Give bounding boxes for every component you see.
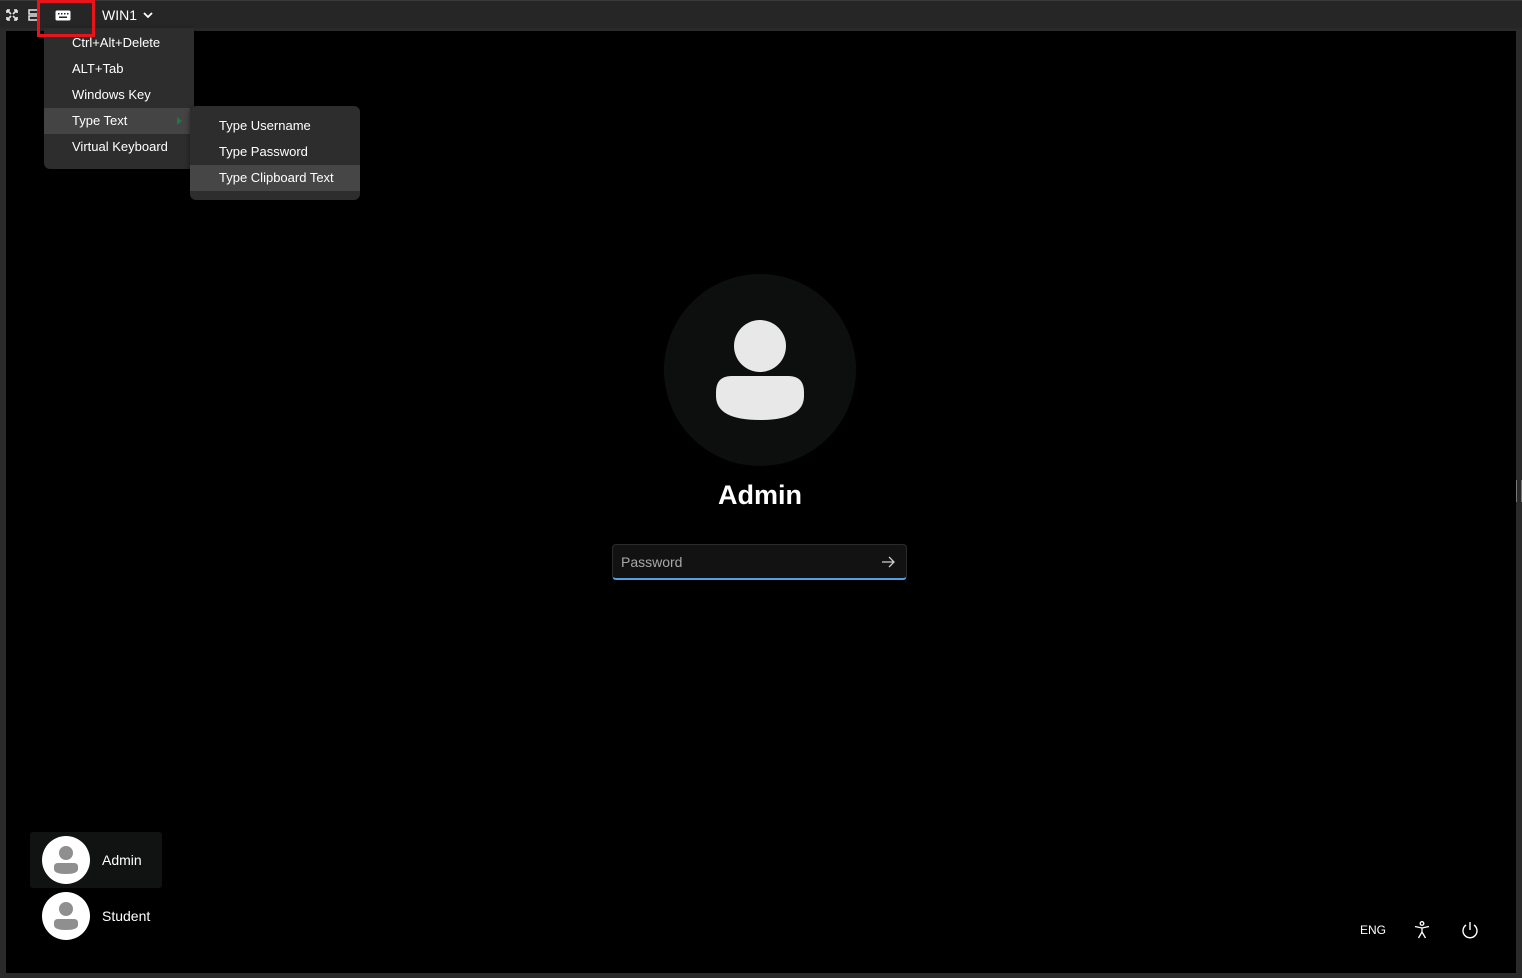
submenu-item-type-password[interactable]: Type Password [190, 139, 360, 165]
password-box[interactable] [612, 544, 907, 580]
side-resize-handle[interactable] [1516, 480, 1522, 502]
keyboard-menu: Ctrl+Alt+Delete ALT+Tab Windows Key Type… [44, 28, 194, 169]
user-tile-label: Student [102, 908, 151, 924]
accessibility-icon[interactable] [1412, 920, 1432, 940]
person-icon [54, 902, 78, 930]
user-tile-label: Admin [102, 852, 142, 868]
menu-item-ctrl-alt-delete[interactable]: Ctrl+Alt+Delete [44, 30, 194, 56]
fullscreen-icon[interactable] [4, 5, 20, 25]
type-text-submenu: Type Username Type Password Type Clipboa… [190, 106, 360, 200]
login-user-name: Admin [718, 480, 802, 510]
menu-item-windows-key[interactable]: Windows Key [44, 82, 194, 108]
power-icon[interactable] [1460, 920, 1480, 940]
user-tile-admin[interactable]: Admin [30, 832, 162, 888]
user-tile-student[interactable]: Student [30, 888, 162, 944]
password-input[interactable] [621, 545, 871, 579]
user-tile-avatar [42, 892, 90, 940]
frame-bottom-border [0, 973, 1522, 978]
submenu-arrow-icon [177, 117, 182, 125]
grid-icon[interactable] [28, 5, 40, 25]
machine-name: WIN1 [102, 7, 137, 23]
submenu-item-type-clipboard-text[interactable]: Type Clipboard Text [190, 165, 360, 191]
keyboard-icon[interactable] [53, 5, 73, 25]
chevron-down-icon [143, 11, 153, 18]
machine-selector[interactable]: WIN1 [102, 6, 153, 24]
submenu-item-type-username[interactable]: Type Username [190, 113, 360, 139]
person-icon [54, 846, 78, 874]
language-indicator[interactable]: ENG [1360, 923, 1386, 937]
submit-arrow-icon[interactable] [880, 554, 896, 570]
user-avatar [664, 274, 856, 466]
menu-item-virtual-keyboard[interactable]: Virtual Keyboard [44, 134, 194, 160]
menu-item-alt-tab[interactable]: ALT+Tab [44, 56, 194, 82]
person-icon [716, 320, 804, 420]
user-tile-avatar [42, 836, 90, 884]
remote-session-toolbar: WIN1 [0, 0, 1522, 28]
menu-item-type-text[interactable]: Type Text [44, 108, 190, 134]
menu-item-label: Type Text [72, 113, 128, 128]
